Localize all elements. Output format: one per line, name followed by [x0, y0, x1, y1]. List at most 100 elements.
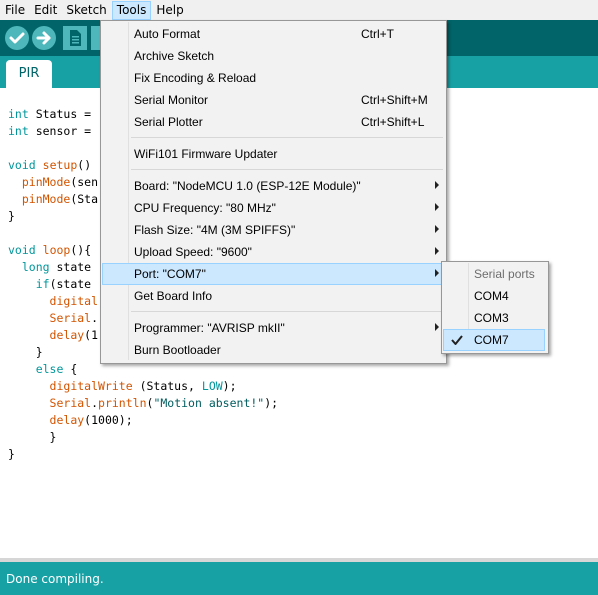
check-icon — [9, 32, 25, 44]
code-token: sensor = — [28, 124, 99, 138]
tools-menu: Auto Format Ctrl+T Archive Sketch Fix En… — [100, 20, 447, 364]
code-token: void — [8, 243, 36, 257]
new-file-icon — [70, 30, 81, 46]
menu-item-label: Burn Bootloader — [134, 343, 221, 357]
code-token: LOW — [201, 379, 223, 393]
menu-edit[interactable]: Edit — [30, 1, 61, 19]
port-submenu: Serial ports COM4 COM3 COM7 — [441, 261, 549, 354]
chevron-right-icon — [435, 269, 439, 277]
menu-item-label: Port: "COM7" — [134, 267, 206, 281]
menu-item-fix-encoding[interactable]: Fix Encoding & Reload — [102, 67, 443, 89]
menu-item-label: Board: "NodeMCU 1.0 (ESP-12E Module)" — [134, 179, 361, 193]
menu-item-upload-speed[interactable]: Upload Speed: "9600" — [102, 241, 443, 263]
menu-tools[interactable]: Tools — [111, 0, 152, 20]
code-token: delay — [49, 413, 85, 427]
menu-item-label: Serial Monitor — [134, 93, 209, 107]
checkmark-icon — [451, 335, 463, 345]
code-token: state — [49, 260, 92, 274]
chevron-right-icon — [435, 247, 439, 255]
new-button[interactable] — [63, 26, 87, 50]
menu-item-burn-bootloader[interactable]: Burn Bootloader — [102, 339, 443, 361]
menu-bar: File Edit Sketch Tools Help — [0, 0, 598, 20]
menu-item-wifi-updater[interactable]: WiFi101 Firmware Updater — [102, 143, 443, 165]
code-token: digitalWrite — [49, 379, 133, 393]
port-option-label: COM4 — [474, 289, 509, 303]
code-token: (Status, — [132, 379, 202, 393]
code-token: () — [77, 158, 92, 172]
code-token: println — [98, 396, 147, 410]
code-token: int — [8, 124, 29, 138]
menu-item-label: Flash Size: "4M (3M SPIFFS)" — [134, 223, 296, 237]
code-token: pinMode — [21, 192, 71, 206]
code-token: ); — [264, 396, 279, 410]
code-token: (sen — [70, 175, 99, 189]
status-bar: Done compiling. — [0, 562, 598, 595]
chevron-right-icon — [435, 203, 439, 211]
submenu-header-label: Serial ports — [474, 267, 535, 281]
menu-item-port[interactable]: Port: "COM7" — [102, 263, 443, 285]
code-token: (state — [49, 277, 92, 291]
menu-item-label: Programmer: "AVRISP mkII" — [134, 321, 285, 335]
menu-item-programmer[interactable]: Programmer: "AVRISP mkII" — [102, 317, 443, 339]
port-option-label: COM3 — [474, 311, 509, 325]
menu-item-auto-format[interactable]: Auto Format Ctrl+T — [102, 23, 443, 45]
code-token: } — [8, 209, 15, 223]
menu-item-archive-sketch[interactable]: Archive Sketch — [102, 45, 443, 67]
menu-item-label: Upload Speed: "9600" — [134, 245, 252, 259]
menu-item-label: WiFi101 Firmware Updater — [134, 147, 278, 161]
code-token: int — [8, 107, 29, 121]
menu-separator — [131, 311, 443, 312]
menu-item-label: Get Board Info — [134, 289, 213, 303]
code-token: (1 — [84, 328, 99, 342]
code-token: if — [35, 277, 50, 291]
code-line: delay(1000); — [8, 412, 278, 429]
menu-item-board[interactable]: Board: "NodeMCU 1.0 (ESP-12E Module)" — [102, 175, 443, 197]
code-token: } — [8, 447, 15, 461]
code-token: } — [8, 345, 43, 359]
code-token: (1000); — [84, 413, 133, 427]
menu-sketch[interactable]: Sketch — [62, 1, 110, 19]
code-token: ); — [222, 379, 237, 393]
code-token: { — [63, 362, 78, 376]
code-token: } — [8, 430, 57, 444]
menu-separator — [131, 137, 443, 138]
menu-item-get-board-info[interactable]: Get Board Info — [102, 285, 443, 307]
code-line: } — [8, 429, 278, 446]
menu-item-serial-monitor[interactable]: Serial Monitor Ctrl+Shift+M — [102, 89, 443, 111]
chevron-right-icon — [435, 225, 439, 233]
code-token: Serial — [49, 396, 92, 410]
code-line: } — [8, 446, 278, 463]
menu-item-flash-size[interactable]: Flash Size: "4M (3M SPIFFS)" — [102, 219, 443, 241]
code-token: . — [91, 396, 99, 410]
menu-item-cpu-frequency[interactable]: CPU Frequency: "80 MHz" — [102, 197, 443, 219]
port-option-com3[interactable]: COM3 — [443, 307, 545, 329]
code-token: Status = — [28, 107, 99, 121]
code-line: digitalWrite (Status, LOW); — [8, 378, 278, 395]
menu-item-label: Fix Encoding & Reload — [134, 71, 257, 85]
code-token: "Motion absent!" — [153, 396, 265, 410]
menu-item-label: Serial Plotter — [134, 115, 203, 129]
upload-button[interactable] — [32, 26, 56, 50]
tab-pir[interactable]: PIR — [6, 60, 52, 88]
open-button[interactable] — [91, 26, 100, 50]
menu-help[interactable]: Help — [152, 1, 187, 19]
shortcut-label: Ctrl+Shift+M — [361, 93, 428, 107]
menu-item-label: Archive Sketch — [134, 49, 215, 63]
code-token: Serial — [49, 311, 92, 325]
code-token: . — [91, 311, 99, 325]
menu-item-label: Auto Format — [134, 27, 201, 41]
verify-button[interactable] — [5, 26, 29, 50]
menu-file[interactable]: File — [1, 1, 29, 19]
port-option-com4[interactable]: COM4 — [443, 285, 545, 307]
shortcut-label: Ctrl+T — [361, 27, 394, 41]
menu-item-serial-plotter[interactable]: Serial Plotter Ctrl+Shift+L — [102, 111, 443, 133]
code-token: else — [35, 362, 64, 376]
code-token: setup — [42, 158, 78, 172]
port-option-com7[interactable]: COM7 — [443, 329, 545, 351]
